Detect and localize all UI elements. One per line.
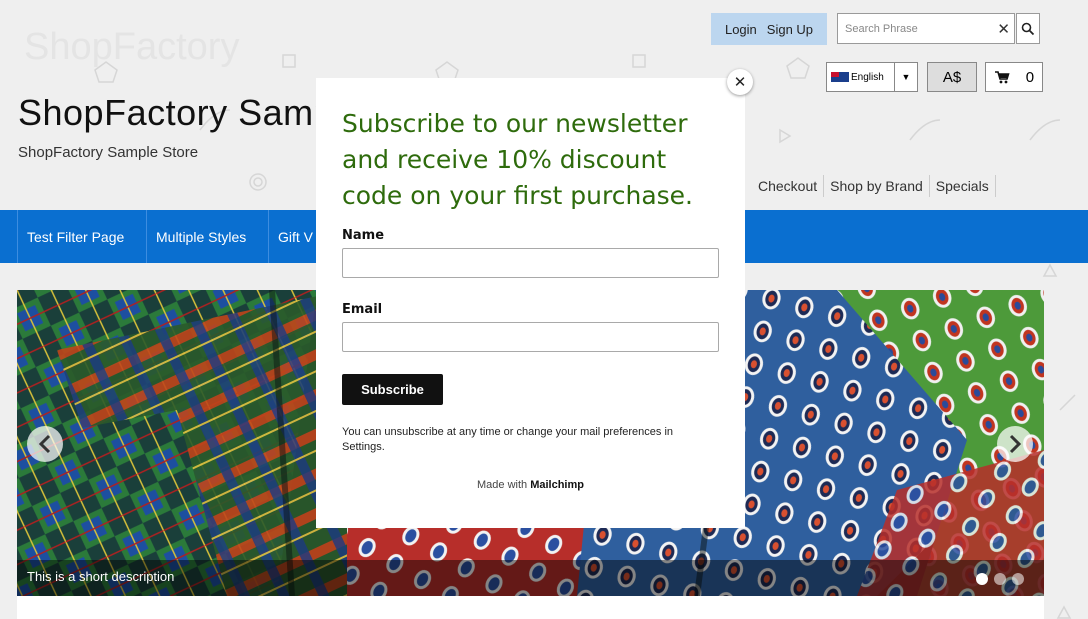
cart-icon	[994, 71, 1010, 84]
search-icon	[1021, 22, 1035, 35]
page-background: ShopFactory ShopFactory Sample Store Sho…	[0, 0, 1088, 619]
store-subtitle: ShopFactory Sample Store	[18, 144, 199, 161]
close-icon[interactable]: ✕	[727, 69, 753, 95]
search-input[interactable]	[843, 14, 997, 43]
name-field-wrapper	[342, 248, 719, 278]
watermark-logo: ShopFactory	[24, 26, 240, 68]
slider-next-button[interactable]	[997, 426, 1033, 462]
language-select[interactable]: English ▼	[826, 62, 918, 92]
slider-dots	[976, 573, 1024, 585]
slider-dot-1[interactable]	[976, 573, 988, 585]
name-field[interactable]	[343, 249, 718, 277]
chevron-left-icon	[38, 434, 51, 454]
top-link-checkout[interactable]: Checkout	[752, 175, 823, 197]
chevron-down-icon: ▼	[894, 63, 917, 91]
top-link-shop-by-brand[interactable]: Shop by Brand	[823, 175, 929, 197]
currency-button[interactable]: A$	[927, 62, 977, 92]
made-with-prefix: Made with	[477, 479, 528, 491]
account-links: Login Sign Up	[711, 13, 827, 45]
top-link-specials[interactable]: Specials	[928, 175, 996, 197]
nav-item-multiple-styles[interactable]: Multiple Styles	[146, 210, 268, 263]
mailchimp-brand: Mailchimp	[530, 479, 584, 491]
top-links: Checkout Shop by Brand Specials	[752, 175, 996, 197]
slider-dot-3[interactable]	[1012, 573, 1024, 585]
nav-item-test-filter-page[interactable]: Test Filter Page	[17, 210, 146, 263]
email-field[interactable]	[343, 323, 718, 351]
close-icon[interactable]: ✕	[997, 20, 1010, 38]
name-label: Name	[342, 228, 385, 243]
email-label: Email	[342, 302, 383, 317]
slider-prev-button[interactable]	[27, 426, 63, 462]
newsletter-heading: Subscribe to our newsletter and receive …	[342, 109, 693, 210]
australia-flag-icon	[831, 72, 849, 82]
slider-dot-2[interactable]	[994, 573, 1006, 585]
search-box: ✕	[837, 13, 1015, 44]
made-with-mailchimp[interactable]: Made with Mailchimp	[316, 479, 745, 491]
nav-item-gift[interactable]: Gift V	[268, 210, 316, 263]
unsubscribe-note: You can unsubscribe at any time or chang…	[342, 426, 674, 453]
signup-link[interactable]: Sign Up	[767, 22, 813, 37]
subscribe-button[interactable]: Subscribe	[342, 374, 443, 405]
cart-count: 0	[1025, 68, 1035, 86]
search-button[interactable]	[1016, 13, 1040, 44]
chevron-right-icon	[1009, 434, 1022, 454]
email-field-wrapper	[342, 322, 719, 352]
language-selected: English	[851, 71, 884, 83]
cart-button[interactable]: 0	[985, 62, 1043, 92]
login-link[interactable]: Login	[725, 22, 757, 37]
slider-caption: This is a short description	[27, 569, 175, 584]
content-area	[17, 596, 1044, 619]
